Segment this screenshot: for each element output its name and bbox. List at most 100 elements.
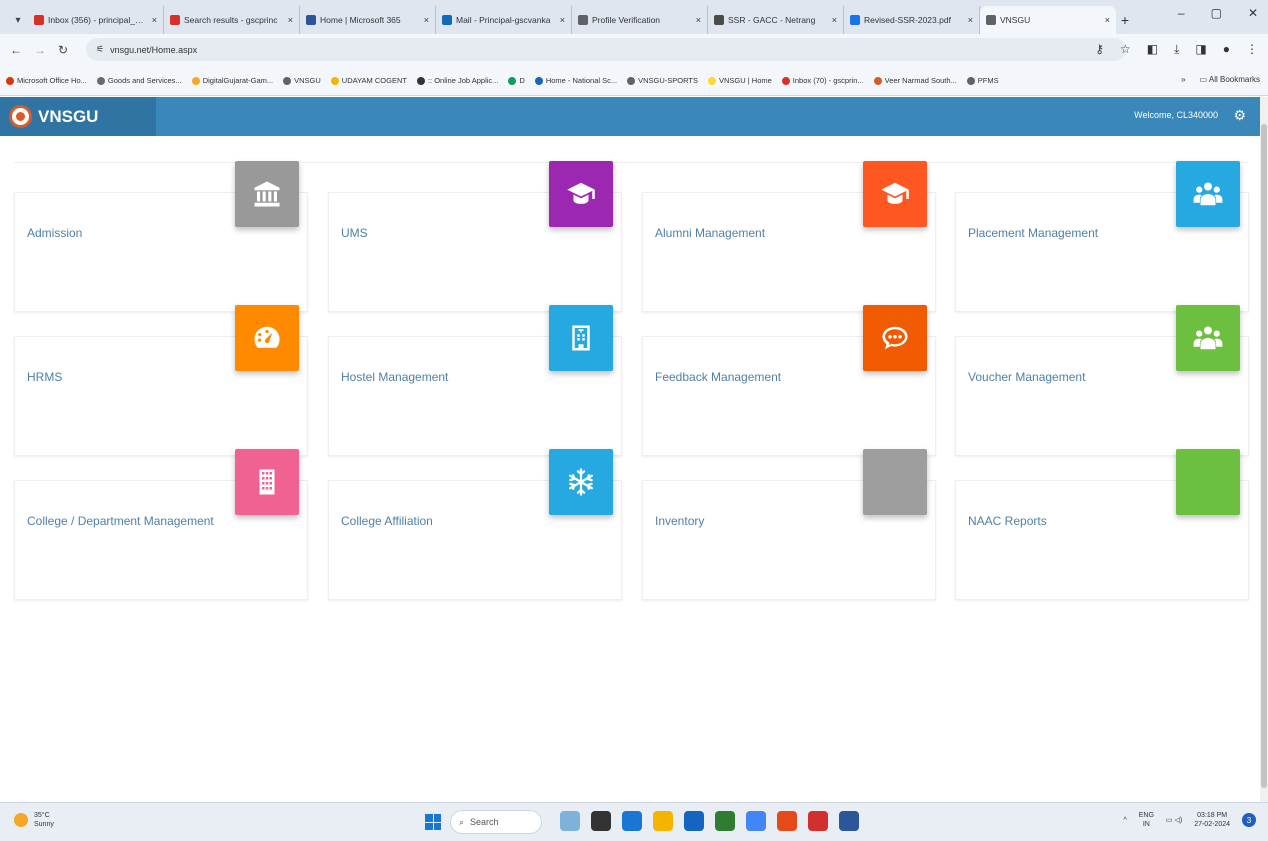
- module-card-naac-reports[interactable]: NAAC Reports: [955, 449, 1249, 600]
- close-window-button[interactable]: ✕: [1248, 6, 1258, 20]
- bookmark-item[interactable]: VNSGU | Home: [708, 76, 772, 85]
- tab-close-icon[interactable]: ×: [832, 15, 837, 25]
- tab-favicon-icon: [34, 15, 44, 25]
- clock[interactable]: 03:18 PM 27-02-2024: [1194, 811, 1230, 829]
- pinned-app-icon[interactable]: [746, 811, 766, 831]
- browser-tab[interactable]: Profile Verification ×: [572, 6, 708, 34]
- bookmark-item[interactable]: Home - National Sc...: [534, 76, 617, 85]
- tab-favicon-icon: [442, 15, 452, 25]
- module-card-college-department-management[interactable]: College / Department Management: [14, 449, 308, 600]
- module-card-placement-management[interactable]: Placement Management: [955, 161, 1249, 312]
- building-icon[interactable]: [235, 449, 299, 515]
- graduation-cap-icon[interactable]: [863, 161, 927, 227]
- pinned-app-icon[interactable]: [560, 811, 580, 831]
- browser-tab[interactable]: Inbox (356) - principal_3@ ×: [28, 6, 164, 34]
- browser-tab[interactable]: Revised-SSR-2023.pdf ×: [844, 6, 980, 34]
- hospital-building-icon[interactable]: [549, 305, 613, 371]
- tab-close-icon[interactable]: ×: [424, 15, 429, 25]
- bookmark-item[interactable]: Inbox (70) - gscprin...: [781, 76, 864, 85]
- pinned-app-icon[interactable]: [808, 811, 828, 831]
- users-icon[interactable]: [1176, 305, 1240, 371]
- pinned-app-icon[interactable]: [653, 811, 673, 831]
- browser-tab[interactable]: SSR - GACC - Netrang ×: [708, 6, 844, 34]
- brand[interactable]: VNSGU: [0, 97, 156, 136]
- pinned-app-icon[interactable]: [839, 811, 859, 831]
- pinned-app-icon[interactable]: [591, 811, 611, 831]
- tab-close-icon[interactable]: ×: [696, 15, 701, 25]
- forward-arrow-icon[interactable]: →: [34, 43, 46, 57]
- dashboard-icon[interactable]: [235, 305, 299, 371]
- module-tile[interactable]: [863, 449, 927, 515]
- snowflake-icon[interactable]: [549, 449, 613, 515]
- users-icon[interactable]: [1176, 161, 1240, 227]
- reload-icon[interactable]: ↻: [58, 43, 68, 57]
- pinned-app-icon[interactable]: [684, 811, 704, 831]
- network-volume-icon[interactable]: ▭ ◁): [1166, 816, 1182, 824]
- all-bookmarks-folder[interactable]: ▭ All Bookmarks: [1200, 75, 1260, 84]
- module-card-hrms[interactable]: HRMS: [14, 305, 308, 456]
- bookmark-item[interactable]: Veer Narmad South...: [873, 76, 957, 85]
- module-tile[interactable]: [1176, 449, 1240, 515]
- taskbar-search[interactable]: ⌕ Search: [450, 810, 542, 834]
- bookmark-item[interactable]: Microsoft Office Ho...: [6, 76, 87, 85]
- notification-badge[interactable]: 3: [1242, 813, 1256, 827]
- weather-widget[interactable]: 35°C Sunny: [14, 811, 54, 829]
- tray-overflow-chevron-icon[interactable]: ^: [1123, 817, 1126, 824]
- welcome-text[interactable]: Welcome, CL340000: [1134, 110, 1218, 120]
- browser-tab[interactable]: VNSGU ×: [980, 6, 1116, 34]
- module-card-ums[interactable]: UMS: [328, 161, 622, 312]
- bookmark-item[interactable]: DigitalGujarat-Gam...: [191, 76, 273, 85]
- windows-start-icon[interactable]: [425, 814, 441, 830]
- sidepanel-icon[interactable]: ◨: [1195, 42, 1206, 57]
- menu-icon[interactable]: ⋮: [1246, 42, 1258, 57]
- star-icon[interactable]: ☆: [1120, 42, 1131, 57]
- module-card-admission[interactable]: Admission: [14, 161, 308, 312]
- bookmark-item[interactable]: D: [508, 76, 525, 85]
- pinned-app-icon[interactable]: [622, 811, 642, 831]
- browser-tab[interactable]: Search results - gscprinc ×: [164, 6, 300, 34]
- module-label: Admission: [27, 226, 83, 240]
- browser-tab[interactable]: Home | Microsoft 365 ×: [300, 6, 436, 34]
- bookmark-item[interactable]: PFMS: [966, 76, 999, 85]
- maximize-button[interactable]: ▢: [1211, 6, 1222, 20]
- module-card-alumni-management[interactable]: Alumni Management: [642, 161, 936, 312]
- tab-favicon-icon: [986, 15, 996, 25]
- language-indicator[interactable]: ENG IN: [1139, 811, 1154, 829]
- profile-avatar[interactable]: ●: [1223, 42, 1230, 57]
- download-icon[interactable]: ⤓: [1174, 42, 1179, 57]
- pinned-app-icon[interactable]: [715, 811, 735, 831]
- site-info-icon[interactable]: ⚟: [96, 44, 104, 55]
- bank-icon[interactable]: [235, 161, 299, 227]
- module-card-feedback-management[interactable]: Feedback Management: [642, 305, 936, 456]
- key-icon[interactable]: ⚷: [1095, 42, 1104, 57]
- scrollbar-thumb[interactable]: [1261, 124, 1267, 788]
- tab-close-icon[interactable]: ×: [288, 15, 293, 25]
- new-tab-button[interactable]: +: [1116, 6, 1134, 34]
- url-field[interactable]: ⚟ vnsgu.net/Home.aspx: [86, 38, 1126, 61]
- back-arrow-icon[interactable]: ←: [10, 43, 22, 57]
- bookmarks-overflow-button[interactable]: »: [1181, 75, 1185, 84]
- extensions-icon[interactable]: ◧: [1147, 42, 1158, 57]
- browser-tab[interactable]: Mail - Principal-gscvanka ×: [436, 6, 572, 34]
- tab-close-icon[interactable]: ×: [152, 15, 157, 25]
- tab-close-icon[interactable]: ×: [968, 15, 973, 25]
- module-card-hostel-management[interactable]: Hostel Management: [328, 305, 622, 456]
- bookmark-item[interactable]: UDAYAM COGENT: [330, 76, 407, 85]
- module-dashboard: Admission UMS Alumni Management Placement M…: [0, 136, 1260, 801]
- graduation-cap-icon[interactable]: [549, 161, 613, 227]
- settings-icon[interactable]: ⚙: [1233, 107, 1246, 124]
- tab-close-icon[interactable]: ×: [1105, 15, 1110, 25]
- brand-name: VNSGU: [38, 106, 99, 126]
- tab-search-chevron-icon[interactable]: ▾: [8, 6, 28, 34]
- module-card-college-affiliation[interactable]: College Affiliation: [328, 449, 622, 600]
- bookmark-item[interactable]: :: Online Job Applic...: [416, 76, 498, 85]
- speech-bubble-icon[interactable]: [863, 305, 927, 371]
- bookmark-item[interactable]: VNSGU-SPORTS: [627, 76, 698, 85]
- bookmark-item[interactable]: VNSGU: [283, 76, 321, 85]
- module-card-inventory[interactable]: Inventory: [642, 449, 936, 600]
- module-card-voucher-management[interactable]: Voucher Management: [955, 305, 1249, 456]
- pinned-app-icon[interactable]: [777, 811, 797, 831]
- minimize-button[interactable]: –: [1178, 6, 1185, 20]
- tab-close-icon[interactable]: ×: [560, 15, 565, 25]
- bookmark-item[interactable]: Goods and Services...: [96, 76, 182, 85]
